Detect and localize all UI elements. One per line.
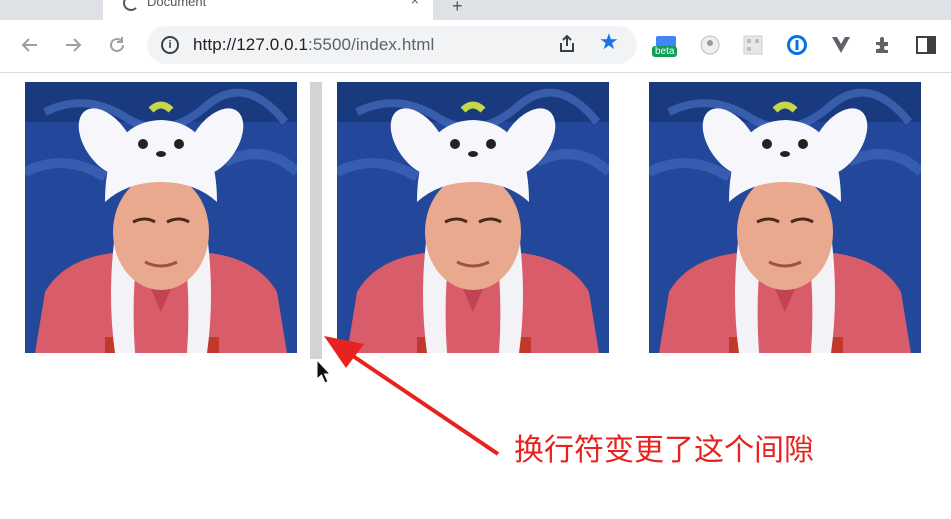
image-2: [337, 82, 609, 353]
tab-document[interactable]: Document ×: [103, 0, 433, 20]
puzzle-icon[interactable]: [870, 32, 896, 58]
image-3: [649, 82, 921, 353]
new-tab-icon[interactable]: +: [452, 0, 463, 17]
extension-vue-icon[interactable]: [828, 32, 854, 58]
url-text[interactable]: http://127.0.0.1:5500/index.html: [193, 35, 434, 55]
annotation-text: 换行符变更了这个间隙: [514, 433, 814, 468]
browser-toolbar: i http://127.0.0.1:5500/index.html ★ bet…: [0, 20, 951, 73]
sidepanel-icon[interactable]: [913, 32, 939, 58]
beta-badge: beta: [652, 46, 678, 57]
reload-icon[interactable]: [104, 32, 130, 58]
tab-close-icon[interactable]: ×: [411, 0, 419, 8]
extension-circle-icon[interactable]: [697, 32, 723, 58]
tab-title: Document: [147, 0, 207, 9]
star-icon[interactable]: ★: [599, 29, 619, 55]
tab-strip: Document × +: [0, 0, 951, 20]
address-bar[interactable]: i http://127.0.0.1:5500/index.html ★: [147, 26, 637, 64]
tab-favicon-icon: [123, 0, 139, 11]
share-icon[interactable]: [559, 35, 575, 53]
back-icon[interactable]: [17, 32, 43, 58]
forward-icon[interactable]: [60, 32, 86, 58]
red-arrow-icon: [324, 336, 500, 456]
extension-qr-icon[interactable]: [740, 32, 766, 58]
info-icon[interactable]: i: [161, 36, 179, 54]
gap-highlight: [310, 82, 322, 359]
extension-password-icon[interactable]: [784, 32, 810, 58]
image-1: [25, 82, 297, 353]
